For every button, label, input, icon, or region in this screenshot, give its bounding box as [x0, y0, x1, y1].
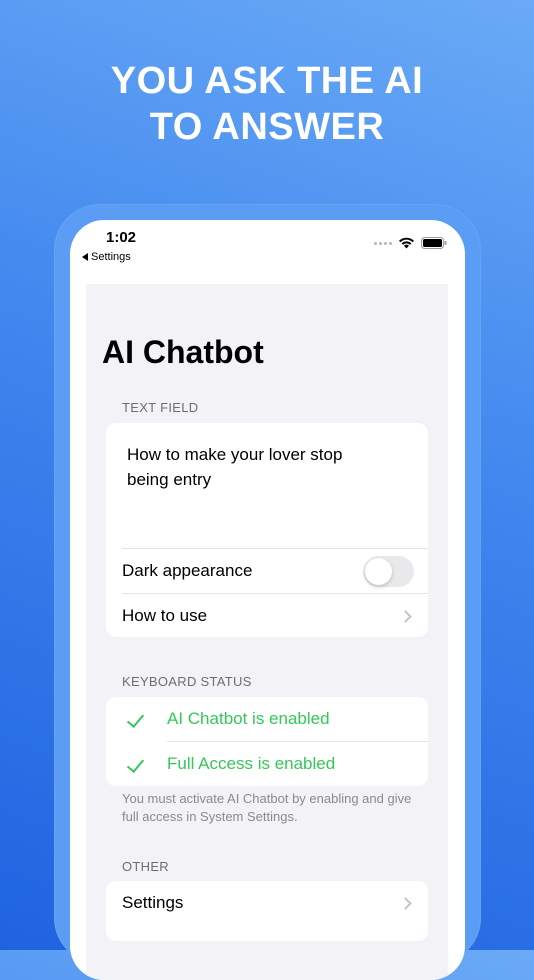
keyboard-status-footer: You must activate AI Chatbot by enabling… — [122, 791, 412, 824]
keyboard-status-card: AI Chatbot is enabled Full Access is ena… — [106, 697, 428, 786]
back-link-label: Settings — [91, 251, 131, 263]
dark-appearance-label: Dark appearance — [122, 561, 253, 580]
settings-row[interactable]: Settings — [106, 881, 428, 925]
text-field-card: How to make your lover stop being entry … — [106, 423, 428, 637]
checkmark-icon — [126, 754, 145, 774]
chevron-right-icon — [399, 609, 412, 623]
status-item-chatbot-enabled: AI Chatbot is enabled — [106, 697, 428, 741]
wifi-icon — [399, 237, 414, 249]
status-item-label: AI Chatbot is enabled — [167, 709, 330, 728]
cellular-signal-icon — [374, 241, 392, 245]
how-to-use-label: How to use — [122, 606, 208, 625]
phone-frame: 1:02 Settings AI Chatbot TEXT FIELD How … — [54, 204, 481, 980]
battery-icon — [421, 237, 447, 249]
status-item-full-access-enabled: Full Access is enabled — [106, 742, 428, 786]
dark-appearance-row[interactable]: Dark appearance — [106, 549, 428, 593]
other-section-header: OTHER — [122, 859, 169, 874]
chevron-right-icon — [399, 896, 412, 910]
phone-screen: 1:02 Settings AI Chatbot TEXT FIELD How … — [70, 220, 465, 980]
app-settings-panel: AI Chatbot TEXT FIELD How to make your l… — [86, 284, 448, 980]
status-item-label: Full Access is enabled — [167, 754, 336, 773]
dark-appearance-toggle[interactable] — [363, 556, 414, 587]
headline-line-1: YOU ASK THE AI — [110, 60, 424, 102]
page-title: AI Chatbot — [102, 334, 264, 370]
settings-label: Settings — [122, 893, 184, 912]
other-card: Settings — [106, 881, 428, 941]
status-time: 1:02 — [106, 229, 137, 246]
back-to-settings-link[interactable]: Settings — [82, 251, 131, 263]
headline-line-2: TO ANSWER — [149, 106, 385, 148]
status-icons — [374, 237, 447, 249]
keyboard-status-section-header: KEYBOARD STATUS — [122, 674, 252, 689]
how-to-use-row[interactable]: How to use — [106, 594, 428, 637]
toggle-knob — [365, 558, 392, 585]
checkmark-icon — [126, 709, 145, 729]
text-field-section-header: TEXT FIELD — [122, 400, 199, 415]
prompt-text-field[interactable]: How to make your lover stop being entry — [127, 442, 387, 492]
back-arrow-icon — [82, 253, 88, 261]
promo-headline: YOU ASK THE AI TO ANSWER — [0, 58, 534, 150]
